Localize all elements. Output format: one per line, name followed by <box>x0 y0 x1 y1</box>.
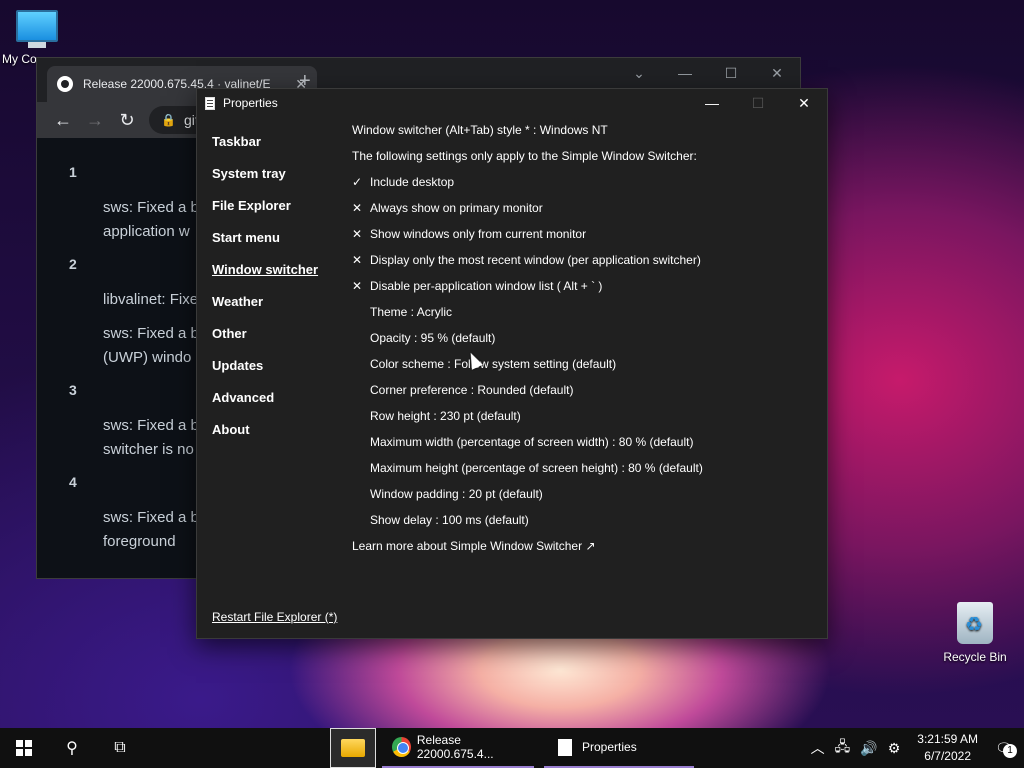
github-icon <box>57 76 73 92</box>
file-explorer-taskbar-button[interactable] <box>330 728 376 768</box>
properties-sidebar: Taskbar System tray File Explorer Start … <box>212 125 332 445</box>
setting-corner-preference[interactable]: Corner preference : Rounded (default) <box>352 377 822 403</box>
back-arrow-icon[interactable]: ← <box>47 106 79 134</box>
sidebar-item-advanced[interactable]: Advanced <box>212 381 332 413</box>
setting-show-delay[interactable]: Show delay : 100 ms (default) <box>352 507 822 533</box>
sidebar-item-window-switcher[interactable]: Window switcher <box>212 253 332 285</box>
switcher-style-setting[interactable]: Window switcher (Alt+Tab) style * : Wind… <box>352 117 822 143</box>
chrome-taskbar-button[interactable]: Release 22000.675.4... <box>382 728 534 768</box>
option-label: Display only the most recent window (per… <box>370 253 701 267</box>
maximize-icon: ☐ <box>751 94 765 111</box>
option-most-recent-window[interactable]: ✕ Display only the most recent window (p… <box>352 247 822 273</box>
properties-app-icon <box>205 96 215 110</box>
option-label: Always show on primary monitor <box>370 201 543 215</box>
sidebar-item-system-tray[interactable]: System tray <box>212 157 332 189</box>
lock-icon: 🔒 <box>161 113 176 127</box>
tab-search-icon[interactable]: ⌄ <box>616 58 662 88</box>
sidebar-item-about[interactable]: About <box>212 413 332 445</box>
sidebar-item-taskbar[interactable]: Taskbar <box>212 125 332 157</box>
cross-icon: ✕ <box>352 279 363 293</box>
sidebar-item-updates[interactable]: Updates <box>212 349 332 381</box>
recycle-bin-icon <box>957 602 993 644</box>
volume-icon[interactable]: 🔊 <box>860 740 877 757</box>
minimize-icon[interactable]: — <box>662 58 708 88</box>
setting-window-padding[interactable]: Window padding : 20 pt (default) <box>352 481 822 507</box>
cross-icon: ✕ <box>352 201 363 215</box>
option-primary-monitor[interactable]: ✕ Always show on primary monitor <box>352 195 822 221</box>
network-icon[interactable]: 🖧 <box>835 736 851 760</box>
sidebar-item-file-explorer[interactable]: File Explorer <box>212 189 332 221</box>
window-switcher-settings: Window switcher (Alt+Tab) style * : Wind… <box>352 117 822 559</box>
chevron-up-icon[interactable]: ︿ <box>811 738 825 758</box>
setting-row-height[interactable]: Row height : 230 pt (default) <box>352 403 822 429</box>
settings-note: The following settings only apply to the… <box>352 149 697 163</box>
option-current-monitor[interactable]: ✕ Show windows only from current monitor <box>352 221 822 247</box>
task-view-icon[interactable]: ⧉ <box>96 728 144 768</box>
taskbar: ⚲ ⧉ Release 22000.675.4... Properties ︿ … <box>0 728 1024 768</box>
minimize-icon[interactable]: — <box>689 89 735 117</box>
monitor-icon <box>16 10 58 42</box>
properties-window: Properties — ☐ ✕ Taskbar System tray Fil… <box>196 88 828 639</box>
forward-arrow-icon[interactable]: → <box>79 106 111 134</box>
search-icon[interactable]: ⚲ <box>48 728 96 768</box>
folder-icon <box>341 739 365 757</box>
properties-taskbar-label: Properties <box>582 740 637 754</box>
setting-max-height[interactable]: Maximum height (percentage of screen hei… <box>352 455 822 481</box>
notification-count-badge: 1 <box>1003 743 1017 758</box>
checkmark-icon: ✓ <box>352 175 363 189</box>
option-include-desktop[interactable]: ✓ Include desktop <box>352 169 822 195</box>
option-disable-per-app-list[interactable]: ✕ Disable per-application window list ( … <box>352 273 822 299</box>
setting-max-width[interactable]: Maximum width (percentage of screen widt… <box>352 429 822 455</box>
option-label: Include desktop <box>370 175 455 189</box>
start-button[interactable] <box>0 728 48 768</box>
clock[interactable]: 3:21:59 AM 6/7/2022 <box>917 731 978 765</box>
properties-taskbar-button[interactable]: Properties <box>544 728 694 768</box>
notification-center-button[interactable]: 🗨 1 <box>990 740 1024 758</box>
windows-logo-icon <box>16 740 32 756</box>
properties-app-icon <box>558 738 572 756</box>
close-icon[interactable]: ✕ <box>754 58 800 88</box>
gear-icon[interactable]: ⚙ <box>888 740 901 757</box>
chrome-taskbar-label: Release 22000.675.4... <box>416 733 494 761</box>
restart-file-explorer-link[interactable]: Restart File Explorer (*) <box>212 610 337 624</box>
clock-time: 3:21:59 AM <box>917 732 978 746</box>
clock-date: 6/7/2022 <box>924 749 971 763</box>
properties-title: Properties <box>223 96 278 110</box>
recycle-bin-desktop-icon[interactable]: Recycle Bin <box>938 602 1012 664</box>
system-tray: ︿ 🖧 🔊 ⚙ 3:21:59 AM 6/7/2022 🗨 1 <box>806 728 1024 768</box>
setting-theme[interactable]: Theme : Acrylic <box>352 299 822 325</box>
setting-color-scheme[interactable]: Color scheme : Follow system setting (de… <box>352 351 822 377</box>
cross-icon: ✕ <box>352 227 363 241</box>
option-label: Show windows only from current monitor <box>370 227 587 241</box>
sidebar-item-other[interactable]: Other <box>212 317 332 349</box>
reload-icon[interactable]: ↻ <box>111 106 143 134</box>
close-icon[interactable]: ✕ <box>781 89 827 117</box>
option-label: Disable per-application window list ( Al… <box>370 279 603 293</box>
chrome-icon <box>392 737 411 757</box>
sidebar-item-weather[interactable]: Weather <box>212 285 332 317</box>
cross-icon: ✕ <box>352 253 363 267</box>
sidebar-item-start-menu[interactable]: Start menu <box>212 221 332 253</box>
properties-title-bar[interactable]: Properties — ☐ ✕ <box>197 89 827 117</box>
setting-opacity[interactable]: Opacity : 95 % (default) <box>352 325 822 351</box>
learn-more-link[interactable]: Learn more about Simple Window Switcher … <box>352 533 822 559</box>
recycle-bin-label: Recycle Bin <box>943 650 1007 664</box>
maximize-icon[interactable]: ☐ <box>708 58 754 88</box>
